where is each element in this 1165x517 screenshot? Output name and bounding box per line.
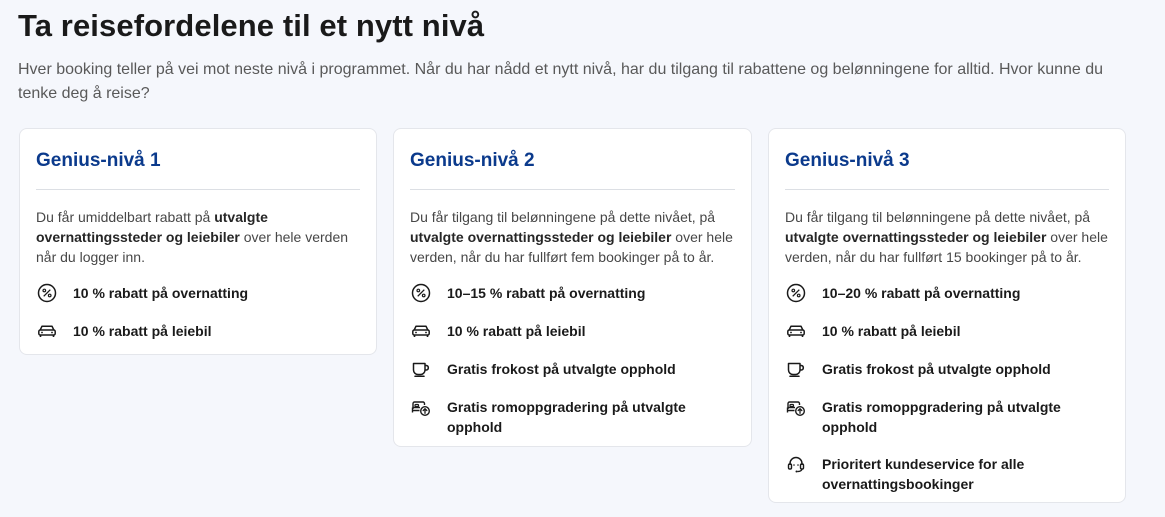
room-upgrade-icon — [785, 396, 807, 418]
benefit-list: 10 % rabatt på overnatting 10 % rabatt p… — [36, 282, 364, 358]
percent-icon — [785, 282, 807, 304]
card-description-highlight: utvalgte overnattingssteder og leiebiler — [410, 229, 672, 245]
benefit-item: 10 % rabatt på leiebil — [410, 320, 739, 342]
benefit-label: 10 % rabatt på leiebil — [73, 323, 212, 339]
card-description-text: Du får tilgang til belønningene på dette… — [785, 209, 1091, 225]
card-title: Genius-nivå 3 — [785, 150, 910, 171]
card-divider — [36, 189, 360, 190]
benefit-label: 10 % rabatt på leiebil — [447, 323, 586, 339]
card-description: Du får tilgang til belønningene på dette… — [410, 207, 737, 267]
benefit-item: Gratis romoppgradering på utvalgte oppho… — [410, 396, 739, 437]
page-title: Ta reisefordelene til et nytt nivå — [18, 8, 485, 43]
benefit-label: 10–15 % rabatt på overnatting — [447, 285, 646, 301]
card-title: Genius-nivå 1 — [36, 150, 161, 171]
coffee-cup-icon — [785, 358, 807, 380]
genius-level-3-card: Genius-nivå 3 Du får tilgang til belønni… — [768, 128, 1126, 503]
room-upgrade-icon — [410, 396, 432, 418]
benefit-item: Gratis frokost på utvalgte opphold — [785, 358, 1113, 380]
benefit-list: 10–15 % rabatt på overnatting 10 % rabat… — [410, 282, 739, 453]
benefit-item: Gratis frokost på utvalgte opphold — [410, 358, 739, 380]
benefit-label: Gratis romoppgradering på utvalgte oppho… — [447, 399, 686, 435]
benefit-label: Gratis frokost på utvalgte opphold — [447, 361, 676, 377]
page-subtitle: Hver booking teller på vei mot neste niv… — [18, 61, 1104, 102]
benefit-item: Gratis romoppgradering på utvalgte oppho… — [785, 396, 1113, 437]
card-divider — [785, 189, 1109, 190]
benefit-item: 10 % rabatt på leiebil — [785, 320, 1113, 342]
card-title: Genius-nivå 2 — [410, 150, 535, 171]
card-description-text: Du får umiddelbart rabatt på — [36, 209, 215, 225]
benefit-label: Prioritert kundeservice for alle overnat… — [822, 456, 1025, 492]
benefit-item: 10–15 % rabatt på overnatting — [410, 282, 739, 304]
benefit-label: 10 % rabatt på overnatting — [73, 285, 249, 301]
coffee-cup-icon — [410, 358, 432, 380]
percent-icon — [36, 282, 58, 304]
car-icon — [785, 320, 807, 342]
percent-icon — [410, 282, 432, 304]
card-description-highlight: utvalgte overnattingssteder og leiebiler — [785, 229, 1047, 245]
benefit-item: 10 % rabatt på leiebil — [36, 320, 364, 342]
benefit-item: Prioritert kundeservice for alle overnat… — [785, 453, 1113, 494]
benefit-label: Gratis romoppgradering på utvalgte oppho… — [822, 399, 1061, 435]
genius-level-1-card: Genius-nivå 1 Du får umiddelbart rabatt … — [19, 128, 377, 355]
benefit-label: Gratis frokost på utvalgte opphold — [822, 361, 1051, 377]
car-icon — [410, 320, 432, 342]
benefit-label: 10–20 % rabatt på overnatting — [822, 285, 1021, 301]
benefit-item: 10–20 % rabatt på overnatting — [785, 282, 1113, 304]
benefit-item: 10 % rabatt på overnatting — [36, 282, 364, 304]
benefit-label: 10 % rabatt på leiebil — [822, 323, 961, 339]
benefit-list: 10–20 % rabatt på overnatting 10 % rabat… — [785, 282, 1113, 510]
headset-icon — [785, 453, 807, 475]
car-icon — [36, 320, 58, 342]
card-description-text: Du får tilgang til belønningene på dette… — [410, 209, 716, 225]
genius-level-2-card: Genius-nivå 2 Du får tilgang til belønni… — [393, 128, 752, 447]
card-description: Du får tilgang til belønningene på dette… — [785, 207, 1111, 267]
card-divider — [410, 189, 735, 190]
card-description: Du får umiddelbart rabatt på utvalgte ov… — [36, 207, 362, 267]
